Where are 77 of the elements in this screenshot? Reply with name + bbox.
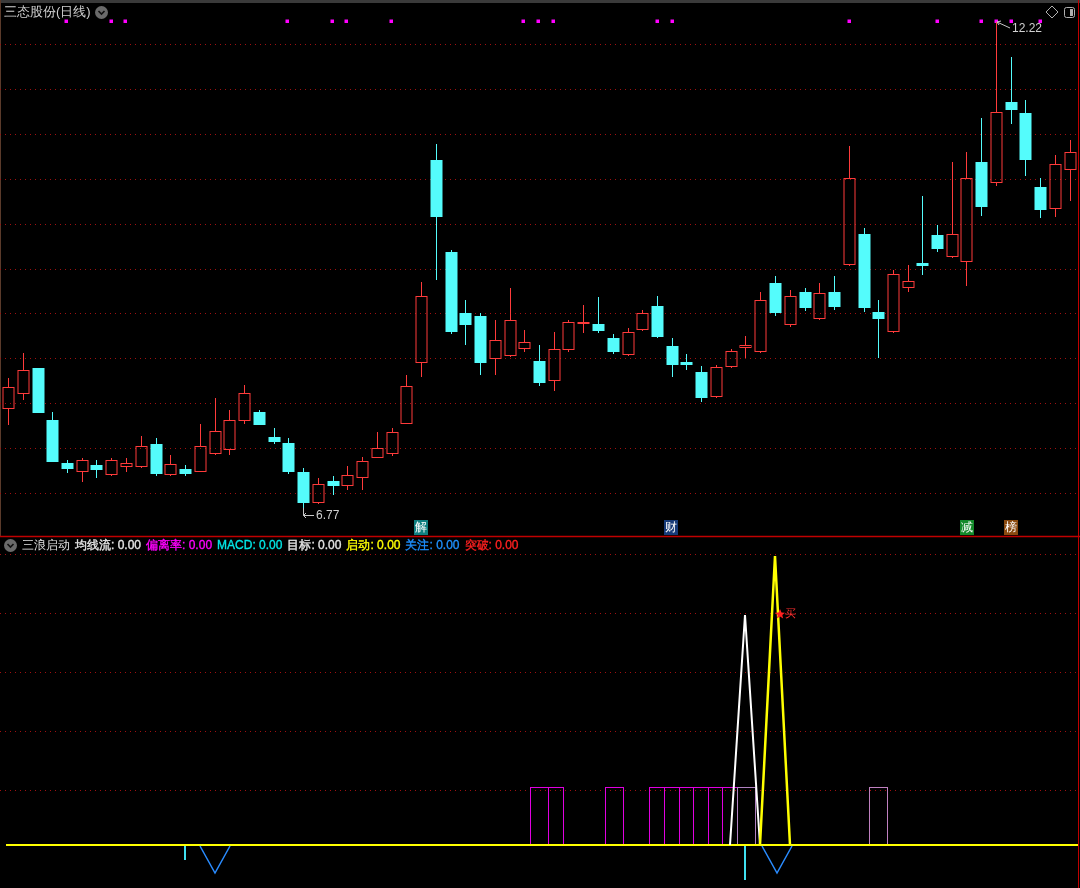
signal-bar bbox=[548, 787, 564, 846]
candlestick bbox=[341, 465, 354, 491]
event-tag: 减 bbox=[960, 520, 974, 535]
candlestick bbox=[695, 365, 708, 403]
candlestick bbox=[209, 397, 222, 456]
candlestick bbox=[474, 312, 487, 376]
candlestick bbox=[607, 333, 620, 355]
candlestick bbox=[725, 348, 738, 369]
price-label: 6.77 bbox=[316, 509, 340, 522]
candlestick bbox=[179, 464, 192, 477]
candlestick bbox=[46, 411, 59, 463]
candlestick bbox=[105, 457, 118, 477]
dropdown-icon[interactable] bbox=[94, 5, 108, 19]
indicator-value: 目标: 0.00 bbox=[287, 538, 342, 553]
candlestick bbox=[327, 475, 340, 496]
candlestick bbox=[784, 289, 797, 328]
price-label: 12.22 bbox=[1012, 22, 1043, 35]
candlestick bbox=[400, 374, 413, 425]
signal-bar bbox=[869, 787, 888, 846]
dropdown-icon[interactable] bbox=[4, 539, 17, 552]
candlestick bbox=[371, 431, 384, 459]
candlestick bbox=[1005, 56, 1018, 125]
v-mark bbox=[199, 845, 231, 875]
candlestick bbox=[223, 409, 236, 456]
panel-toggle-icon[interactable] bbox=[1064, 7, 1075, 18]
candlestick bbox=[76, 457, 89, 483]
candlestick bbox=[386, 427, 399, 457]
indicator-value: 启动: 0.00 bbox=[346, 538, 401, 553]
diamond-icon[interactable] bbox=[1045, 5, 1059, 19]
candlestick bbox=[1064, 139, 1077, 202]
signal-bar bbox=[605, 787, 624, 846]
chart-title: 三态股份(日线) bbox=[4, 4, 91, 20]
candlestick bbox=[533, 344, 546, 387]
signal-bar bbox=[530, 787, 549, 846]
candlestick bbox=[710, 364, 723, 399]
star-icon bbox=[775, 609, 785, 619]
indicator-value: 关注: 0.00 bbox=[405, 538, 460, 553]
candlestick bbox=[489, 319, 502, 376]
candlestick bbox=[622, 327, 635, 357]
candlestick bbox=[828, 275, 841, 311]
signal-bar bbox=[649, 787, 665, 846]
candlestick bbox=[887, 269, 900, 334]
candlestick bbox=[90, 459, 103, 479]
candlestick bbox=[592, 296, 605, 334]
candlestick bbox=[61, 459, 74, 474]
candlestick bbox=[312, 477, 325, 505]
candlestick bbox=[135, 435, 148, 469]
candlestick bbox=[194, 423, 207, 473]
indicator-name: 三浪启动 bbox=[22, 538, 70, 553]
candlestick bbox=[754, 291, 767, 354]
candlestick bbox=[769, 275, 782, 317]
indicator-value: MACD: 0.00 bbox=[217, 538, 283, 553]
candlestick bbox=[253, 409, 266, 426]
leader-line bbox=[303, 507, 315, 519]
event-tag: 榜 bbox=[1004, 520, 1018, 535]
candlestick bbox=[297, 467, 310, 509]
candlestick bbox=[356, 456, 369, 491]
candlestick bbox=[739, 335, 752, 359]
candlestick bbox=[931, 224, 944, 253]
candlestick bbox=[577, 304, 590, 334]
candlestick bbox=[1034, 177, 1047, 219]
candlestick bbox=[238, 384, 251, 425]
candlestick bbox=[17, 352, 30, 401]
candlestick bbox=[2, 377, 15, 426]
candlestick bbox=[1049, 154, 1062, 218]
event-tag: 财 bbox=[664, 520, 678, 535]
candlestick bbox=[32, 367, 45, 414]
candlestick bbox=[120, 457, 133, 473]
candlestick bbox=[636, 309, 649, 332]
indicator-value: 突破: 0.00 bbox=[464, 538, 519, 553]
buy-signal-label: 买 bbox=[785, 607, 796, 620]
indicator-value: 均线流: 0.00 bbox=[75, 538, 142, 553]
event-tag: 解 bbox=[414, 520, 428, 535]
v-mark bbox=[761, 845, 793, 875]
leader-line bbox=[996, 20, 1011, 29]
indicator-value: 偏离率: 0.00 bbox=[146, 538, 213, 553]
candlestick bbox=[651, 295, 664, 339]
